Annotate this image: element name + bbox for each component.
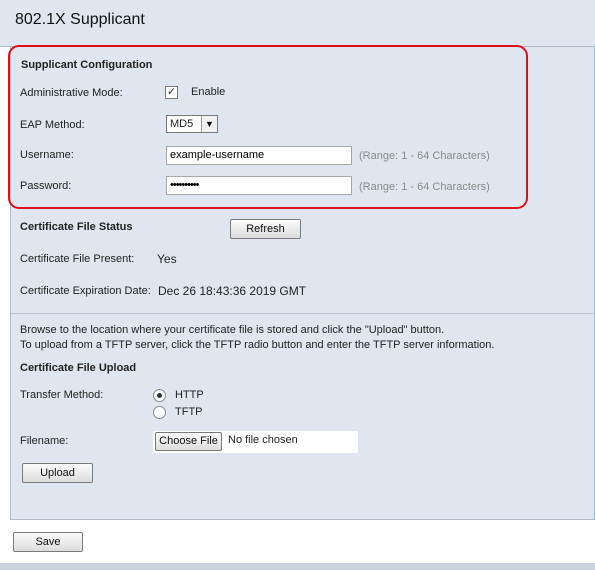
eap-method-value: MD5 — [170, 118, 194, 130]
no-file-text: No file chosen — [228, 434, 298, 446]
admin-mode-label: Administrative Mode: — [20, 87, 123, 99]
admin-mode-checkbox[interactable]: ✓ — [165, 86, 178, 99]
transfer-method-label: Transfer Method: — [20, 389, 104, 401]
username-hint: (Range: 1 - 64 Characters) — [359, 150, 490, 162]
password-label: Password: — [20, 180, 72, 192]
cert-status-title: Certificate File Status — [20, 221, 133, 233]
http-radio[interactable] — [153, 389, 166, 402]
horizontal-scrollbar[interactable] — [0, 563, 595, 570]
instructions-line1: Browse to the location where your certif… — [20, 324, 445, 336]
filename-label: Filename: — [20, 435, 69, 447]
username-label: Username: — [20, 149, 74, 161]
page-header: 802.1X Supplicant — [0, 0, 595, 47]
cert-expiration-label: Certificate Expiration Date: — [20, 285, 151, 297]
chevron-down-icon: ▼ — [201, 116, 217, 132]
instructions-line2: To upload from a TFTP server, click the … — [20, 339, 495, 351]
choose-file-button[interactable]: Choose File — [155, 432, 222, 451]
upload-button[interactable]: Upload — [22, 463, 93, 483]
eap-method-select[interactable]: MD5 ▼ — [166, 115, 218, 133]
cert-present-value: Yes — [157, 252, 177, 266]
username-input[interactable]: example-username — [166, 146, 352, 165]
cert-present-label: Certificate File Present: — [20, 253, 135, 265]
password-hint: (Range: 1 - 64 Characters) — [359, 181, 490, 193]
http-radio-label: HTTP — [175, 389, 204, 401]
section-divider — [11, 313, 595, 314]
tftp-radio-label: TFTP — [175, 406, 203, 418]
password-input[interactable]: •••••••••• — [166, 176, 352, 195]
supplicant-config-title: Supplicant Configuration — [21, 59, 153, 71]
cert-expiration-value: Dec 26 18:43:36 2019 GMT — [158, 284, 307, 298]
admin-mode-enable-label: Enable — [191, 86, 226, 98]
save-button[interactable]: Save — [13, 532, 83, 552]
cert-upload-title: Certificate File Upload — [20, 362, 137, 374]
refresh-button[interactable]: Refresh — [230, 219, 301, 239]
page-title: 802.1X Supplicant — [15, 11, 145, 28]
eap-method-label: EAP Method: — [20, 119, 85, 131]
tftp-radio[interactable] — [153, 406, 166, 419]
